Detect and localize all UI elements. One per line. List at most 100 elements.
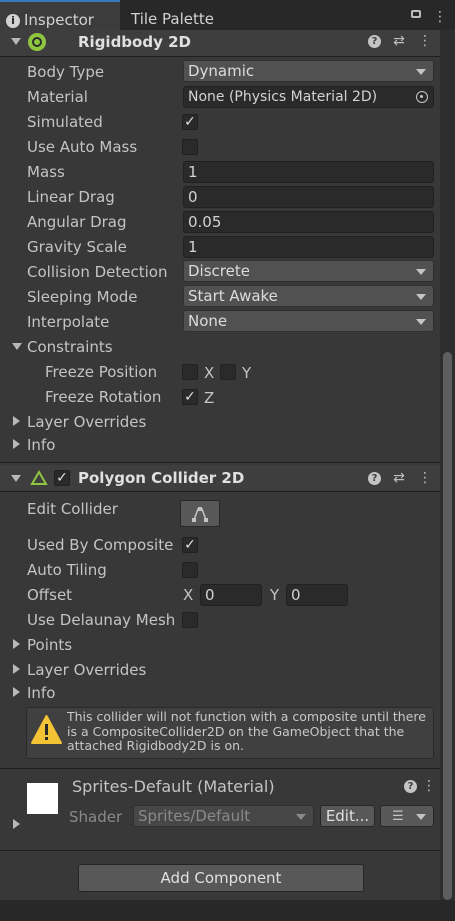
warning-text: This collider will not function with a c…: [67, 709, 426, 753]
constraints-foldout-icon[interactable]: [12, 343, 22, 350]
freeze-rotation-z-label: Z: [204, 389, 215, 407]
freeze-rotation-label: Freeze Rotation: [45, 388, 162, 406]
used-by-composite-label: Used By Composite: [27, 536, 174, 554]
points-foldout-icon[interactable]: [13, 639, 20, 649]
chevron-down-icon: [416, 319, 426, 325]
freeze-position-y-label: Y: [242, 364, 252, 382]
more-icon[interactable]: ⋮: [417, 33, 433, 49]
mass-label: Mass: [27, 163, 65, 181]
polygon-collider-enabled-checkbox[interactable]: ✓: [54, 470, 70, 486]
offset-y-input[interactable]: 0: [286, 584, 348, 606]
edit-shader-button[interactable]: Edit...: [320, 805, 375, 827]
polygon-collider-foldout-icon[interactable]: [11, 475, 21, 482]
mass-input[interactable]: 1: [183, 161, 434, 183]
sleeping-mode-dropdown[interactable]: Start Awake: [183, 285, 434, 307]
list-icon: ☰: [392, 809, 404, 824]
used-by-composite-checkbox[interactable]: ✓: [182, 537, 198, 553]
info-label[interactable]: Info: [27, 681, 55, 705]
preset-icon[interactable]: ⇄: [391, 33, 407, 49]
auto-tiling-label: Auto Tiling: [27, 561, 107, 579]
more-icon[interactable]: ⋮: [421, 778, 437, 794]
divider: [0, 850, 440, 851]
tab-tile-palette-label: Tile Palette: [131, 10, 214, 28]
tab-inspector[interactable]: i Inspector: [0, 0, 120, 30]
use-delaunay-checkbox[interactable]: [182, 612, 198, 628]
edit-collider-icon: [192, 507, 208, 522]
collision-detection-dropdown[interactable]: Discrete: [183, 260, 434, 282]
more-icon[interactable]: ⋮: [417, 470, 433, 486]
material-preview[interactable]: [27, 783, 58, 814]
offset-x-label: X: [183, 586, 194, 604]
freeze-position-x-label: X: [204, 364, 215, 382]
add-component-button[interactable]: Add Component: [78, 864, 364, 892]
sleeping-mode-value: Start Awake: [188, 287, 278, 305]
info-label[interactable]: Info: [27, 433, 55, 457]
body-type-dropdown[interactable]: Dynamic: [183, 60, 434, 82]
shader-dropdown[interactable]: Sprites/Default: [133, 805, 314, 827]
material-value: None (Physics Material 2D): [188, 89, 378, 105]
gravity-scale-input[interactable]: 1: [183, 236, 434, 258]
info-icon: i: [6, 13, 20, 28]
tab-inspector-label: Inspector: [24, 11, 94, 29]
chevron-down-icon: [296, 814, 306, 820]
edit-collider-button[interactable]: [180, 500, 220, 527]
freeze-position-x-checkbox[interactable]: [182, 364, 198, 380]
material-field[interactable]: None (Physics Material 2D): [183, 86, 434, 108]
chevron-down-icon: [416, 69, 426, 75]
collision-detection-value: Discrete: [188, 262, 250, 280]
rigidbody-title: Rigidbody 2D: [78, 33, 191, 51]
auto-tiling-checkbox[interactable]: [182, 562, 198, 578]
rigidbody-foldout-icon[interactable]: [11, 38, 21, 45]
shader-options-button[interactable]: ☰: [380, 805, 434, 827]
interpolate-dropdown[interactable]: None: [183, 310, 434, 332]
divider: [0, 462, 440, 463]
freeze-rotation-z-checkbox[interactable]: ✓: [182, 389, 198, 405]
polygon-collider-icon: [30, 470, 48, 485]
material-label: Material: [27, 88, 88, 106]
sleeping-mode-label: Sleeping Mode: [27, 288, 138, 306]
offset-y-label: Y: [270, 586, 280, 604]
lock-icon[interactable]: [411, 10, 421, 18]
use-delaunay-label: Use Delaunay Mesh: [27, 611, 176, 629]
divider: [0, 768, 440, 769]
layer-overrides-label[interactable]: Layer Overrides: [27, 658, 146, 682]
tab-tile-palette[interactable]: Tile Palette: [131, 0, 214, 30]
linear-drag-input[interactable]: 0: [183, 186, 434, 208]
offset-x-input[interactable]: 0: [200, 584, 262, 606]
freeze-position-label: Freeze Position: [45, 363, 158, 381]
shader-value: Sprites/Default: [138, 807, 251, 825]
rigidbody-icon: [28, 33, 46, 51]
layer-overrides-label[interactable]: Layer Overrides: [27, 410, 146, 434]
help-icon[interactable]: ?: [368, 35, 381, 48]
angular-drag-input[interactable]: 0.05: [183, 211, 434, 233]
info-foldout-icon[interactable]: [13, 687, 20, 697]
simulated-checkbox[interactable]: ✓: [182, 114, 198, 130]
constraints-label[interactable]: Constraints: [27, 335, 113, 359]
layer-overrides-foldout-icon[interactable]: [13, 664, 20, 674]
target-icon[interactable]: [416, 91, 428, 103]
help-icon[interactable]: ?: [404, 780, 417, 793]
warning-icon: [31, 715, 62, 744]
edit-collider-label: Edit Collider: [27, 500, 118, 518]
linear-drag-label: Linear Drag: [27, 188, 115, 206]
freeze-position-y-checkbox[interactable]: [220, 364, 236, 380]
scrollbar-thumb[interactable]: [443, 352, 452, 900]
layer-overrides-foldout-icon[interactable]: [13, 416, 20, 426]
points-label[interactable]: Points: [27, 633, 72, 657]
body-type-label: Body Type: [27, 63, 105, 81]
preset-icon[interactable]: ⇄: [391, 470, 407, 486]
info-foldout-icon[interactable]: [13, 439, 20, 449]
chevron-down-icon: [416, 294, 426, 300]
body-type-value: Dynamic: [188, 62, 255, 80]
more-icon[interactable]: ⋮: [432, 9, 448, 25]
chevron-down-icon: [416, 814, 426, 820]
help-icon[interactable]: ?: [368, 472, 381, 485]
collision-detection-label: Collision Detection: [27, 263, 168, 281]
use-auto-mass-checkbox[interactable]: [182, 139, 198, 155]
use-auto-mass-label: Use Auto Mass: [27, 138, 138, 156]
status-bar: [0, 900, 455, 921]
material-foldout-icon[interactable]: [13, 819, 20, 829]
interpolate-value: None: [188, 312, 228, 330]
material-title: Sprites-Default (Material): [72, 777, 275, 796]
offset-label: Offset: [27, 586, 73, 604]
